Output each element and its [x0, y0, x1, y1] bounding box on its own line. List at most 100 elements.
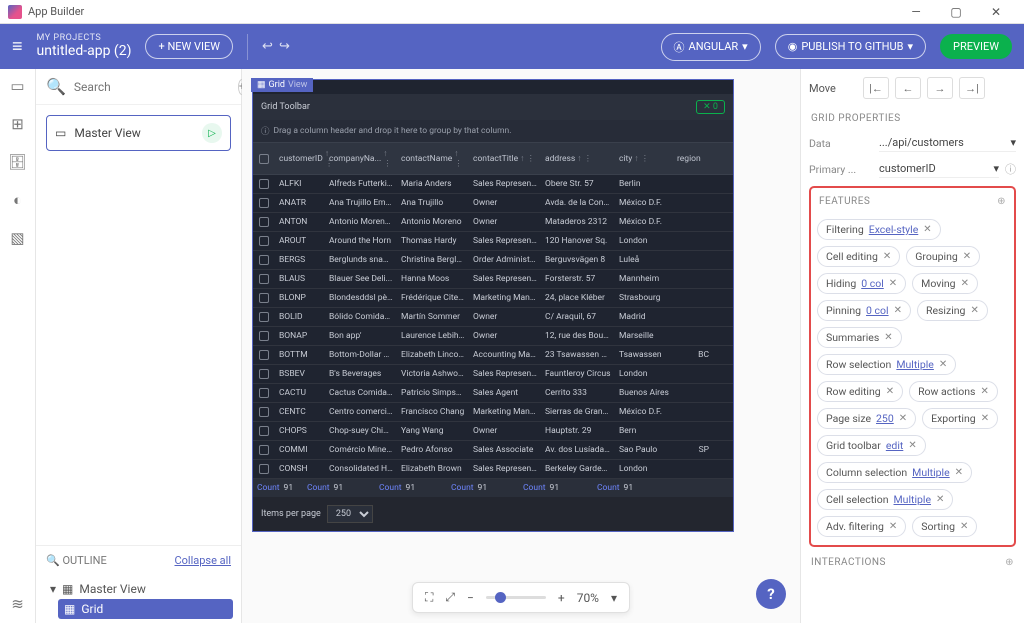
table-row[interactable]: BONAPBon app'Laurence LebihanOwner12, ru… — [253, 327, 733, 346]
remove-chip-icon[interactable]: ✕ — [908, 440, 916, 451]
table-row[interactable]: CHOPSChop-suey Chine...Yang WangOwnerHau… — [253, 422, 733, 441]
search-input[interactable] — [74, 80, 230, 94]
table-row[interactable]: ANTONAntonio Moreno ...Antonio MorenoOwn… — [253, 213, 733, 232]
project-selector[interactable]: MY PROJECTS untitled-app (2) — [37, 34, 132, 59]
move-left-button[interactable]: ← — [895, 77, 921, 99]
row-checkbox[interactable] — [259, 350, 269, 360]
remove-chip-icon[interactable]: ✕ — [970, 305, 978, 316]
add-feature-button[interactable]: ⊕ — [997, 196, 1006, 207]
help-fab[interactable]: ? — [756, 579, 786, 609]
row-checkbox[interactable] — [259, 236, 269, 246]
remove-chip-icon[interactable]: ✕ — [961, 278, 969, 289]
feature-chip[interactable]: Sorting ✕ — [912, 516, 977, 537]
move-right-button[interactable]: → — [927, 77, 953, 99]
feature-chip[interactable]: Hiding 0 col ✕ — [817, 273, 906, 294]
remove-chip-icon[interactable]: ✕ — [889, 278, 897, 289]
remove-chip-icon[interactable]: ✕ — [886, 386, 894, 397]
row-checkbox[interactable] — [259, 464, 269, 474]
page-size-select[interactable]: 250 — [327, 505, 373, 523]
collapse-all-link[interactable]: Collapse all — [174, 554, 231, 567]
move-last-button[interactable]: →| — [959, 77, 985, 99]
feature-chip[interactable]: Filtering Excel-style ✕ — [817, 219, 941, 240]
col-header[interactable]: companyNa... ↑ ⋮ — [325, 143, 397, 174]
framework-selector[interactable]: Ⓐ ANGULAR ▾ — [661, 33, 761, 61]
feature-chip[interactable]: Pinning 0 col ✕ — [817, 300, 911, 321]
feature-chip-link[interactable]: edit — [886, 439, 903, 452]
window-minimize-button[interactable]: — — [896, 1, 936, 23]
views-icon[interactable]: ▭ — [10, 77, 24, 95]
components-icon[interactable]: ⊞ — [11, 115, 24, 133]
table-row[interactable]: ANATRAna Trujillo Empa...Ana TrujilloOwn… — [253, 194, 733, 213]
feature-chip[interactable]: Row actions ✕ — [909, 381, 998, 402]
feature-chip[interactable]: Cell selection Multiple ✕ — [817, 489, 953, 510]
table-row[interactable]: BOLIDBólido Comidas p...Martín SommerOwn… — [253, 308, 733, 327]
expand-icon[interactable]: ⤢ — [445, 590, 455, 605]
row-checkbox[interactable] — [259, 217, 269, 227]
feature-chip-link[interactable]: Multiple — [894, 493, 932, 506]
remove-chip-icon[interactable]: ✕ — [883, 251, 891, 262]
feature-chip[interactable]: Exporting ✕ — [922, 408, 998, 429]
row-checkbox[interactable] — [259, 407, 269, 417]
col-header[interactable]: contactTitle ↑ ⋮ — [469, 143, 541, 174]
publish-github-button[interactable]: ◉ PUBLISH TO GITHUB ▾ — [775, 34, 926, 59]
remove-chip-icon[interactable]: ✕ — [960, 521, 968, 532]
table-row[interactable]: COMMIComércio MineiroPedro AfonsoSales A… — [253, 441, 733, 460]
group-by-area[interactable]: ⓘ Drag a column header and drop it here … — [253, 120, 733, 142]
remove-chip-icon[interactable]: ✕ — [936, 494, 944, 505]
feature-chip[interactable]: Moving ✕ — [912, 273, 978, 294]
feature-chip[interactable]: Grouping ✕ — [906, 246, 980, 267]
feature-chip[interactable]: Grid toolbar edit ✕ — [817, 435, 926, 456]
feature-chip-link[interactable]: Excel-style — [869, 223, 919, 236]
view-card-master[interactable]: ▭ Master View ▷ — [46, 115, 231, 151]
row-checkbox[interactable] — [259, 331, 269, 341]
table-row[interactable]: BLONPBlondesddsl père...Frédérique Citea… — [253, 289, 733, 308]
zoom-slider[interactable] — [486, 596, 546, 599]
redo-icon[interactable]: ↪ — [279, 39, 290, 54]
run-view-icon[interactable]: ▷ — [202, 123, 222, 143]
feature-chip[interactable]: Column selection Multiple ✕ — [817, 462, 972, 483]
row-checkbox[interactable] — [259, 179, 269, 189]
row-checkbox[interactable] — [259, 274, 269, 284]
feature-chip-link[interactable]: Multiple — [912, 466, 950, 479]
table-row[interactable]: ALFKIAlfreds FutterkisteMaria AndersSale… — [253, 175, 733, 194]
theme-icon[interactable]: ◐ — [13, 191, 22, 209]
new-view-button[interactable]: + NEW VIEW — [145, 34, 233, 59]
window-maximize-button[interactable]: ▢ — [936, 1, 976, 23]
tree-node-grid[interactable]: ▦ Grid — [58, 599, 233, 619]
prop-data-value[interactable]: .../api/customers▾ — [879, 134, 1016, 152]
window-close-button[interactable]: ✕ — [976, 1, 1016, 23]
feature-chip[interactable]: Row selection Multiple ✕ — [817, 354, 956, 375]
col-header[interactable]: region — [673, 143, 713, 174]
remove-chip-icon[interactable]: ✕ — [981, 413, 989, 424]
select-all-checkbox[interactable] — [259, 154, 269, 164]
row-checkbox[interactable] — [259, 255, 269, 265]
row-checkbox[interactable] — [259, 312, 269, 322]
menu-icon[interactable]: ≡ — [12, 36, 23, 57]
table-row[interactable]: BLAUSBlauer See Deli...Hanna MoosSales R… — [253, 270, 733, 289]
remove-chip-icon[interactable]: ✕ — [899, 413, 907, 424]
feature-chip[interactable]: Summaries ✕ — [817, 327, 902, 348]
row-checkbox[interactable] — [259, 426, 269, 436]
move-first-button[interactable]: |← — [863, 77, 889, 99]
col-header[interactable]: address ↑ ⋮ — [541, 143, 615, 174]
preview-button[interactable]: PREVIEW — [940, 34, 1012, 59]
feature-chip-link[interactable]: 0 col — [866, 304, 889, 317]
undo-icon[interactable]: ↩ — [262, 39, 273, 54]
row-checkbox[interactable] — [259, 388, 269, 398]
row-checkbox[interactable] — [259, 198, 269, 208]
table-row[interactable]: BOTTMBottom-Dollar M...Elizabeth Lincoln… — [253, 346, 733, 365]
grid-component[interactable]: ▦ Grid View Grid Toolbar ✕ 0 ⓘ Drag a co… — [252, 79, 734, 532]
remove-chip-icon[interactable]: ✕ — [894, 305, 902, 316]
remove-chip-icon[interactable]: ✕ — [889, 521, 897, 532]
table-row[interactable]: BSBEVB's BeveragesVictoria AshworthSales… — [253, 365, 733, 384]
table-row[interactable]: CACTUCactus Comidas ...Patricio SimpsonS… — [253, 384, 733, 403]
table-row[interactable]: CENTCCentro comercial ...Francisco Chang… — [253, 403, 733, 422]
remove-chip-icon[interactable]: ✕ — [939, 359, 947, 370]
table-row[interactable]: BERGSBerglunds snabb...Christina Berglun… — [253, 251, 733, 270]
remove-chip-icon[interactable]: ✕ — [923, 224, 931, 235]
row-checkbox[interactable] — [259, 369, 269, 379]
feature-chip[interactable]: Adv. filtering ✕ — [817, 516, 906, 537]
row-checkbox[interactable] — [259, 293, 269, 303]
feature-chip-link[interactable]: Multiple — [896, 358, 934, 371]
tree-node-master[interactable]: ▾ ▦ Master View — [44, 579, 233, 599]
